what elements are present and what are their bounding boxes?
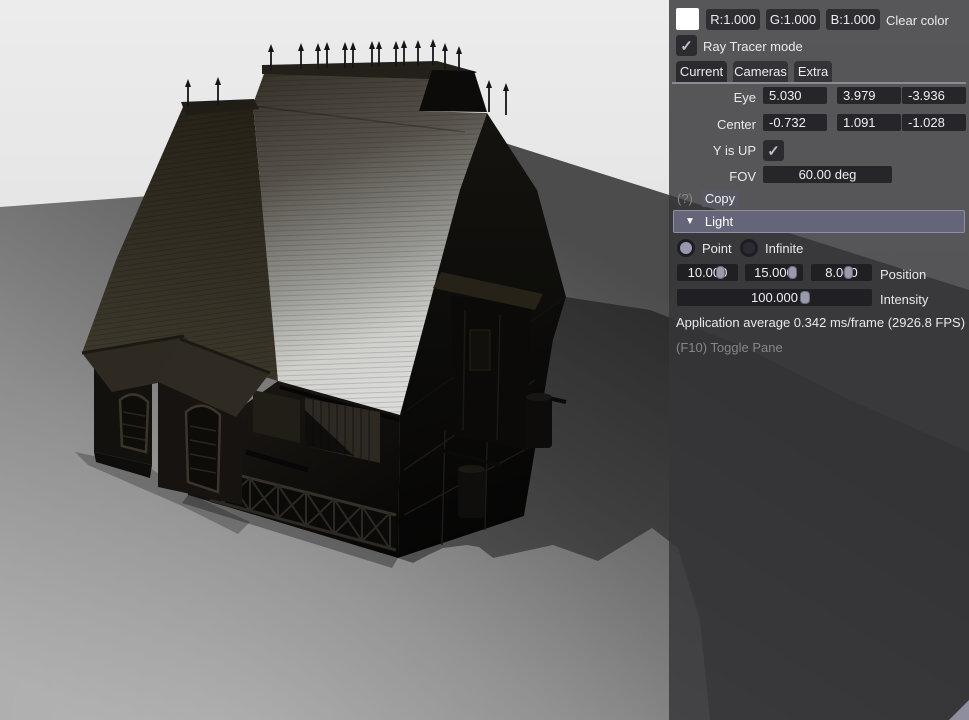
- fov-label: FOV: [729, 169, 756, 184]
- center-label: Center: [716, 117, 756, 132]
- light-pos-x-value: 10.000: [687, 265, 728, 280]
- eye-y-field[interactable]: 3.979: [837, 87, 901, 104]
- position-label: Position: [880, 267, 927, 282]
- collapse-triangle-icon: ▼: [685, 216, 695, 227]
- tab-cameras[interactable]: Cameras: [733, 61, 788, 82]
- infinite-light-radio[interactable]: [740, 239, 758, 257]
- tab-underline: [672, 82, 966, 84]
- point-light-radio[interactable]: [677, 239, 695, 257]
- performance-stats: Application average 0.342 ms/frame (2926…: [676, 315, 966, 330]
- light-header-label: Light: [704, 214, 734, 229]
- green-value-button[interactable]: G:1.000: [766, 9, 820, 30]
- intensity-label: Intensity: [880, 292, 929, 307]
- copy-button[interactable]: Copy: [701, 189, 739, 207]
- help-marker: (?): [677, 191, 693, 206]
- eye-x-field[interactable]: 5.030: [763, 87, 827, 104]
- light-intensity-value: 100.000: [751, 290, 798, 305]
- slider-handle[interactable]: [844, 266, 853, 279]
- ray-tracer-checkbox[interactable]: ✓: [676, 35, 697, 56]
- center-z-field[interactable]: -1.028: [902, 114, 966, 131]
- y-up-checkbox[interactable]: ✓: [763, 140, 784, 161]
- light-pos-z-slider[interactable]: 8.000: [811, 264, 872, 281]
- light-pos-y-slider[interactable]: 15.000: [745, 264, 803, 281]
- slider-handle[interactable]: [716, 266, 725, 279]
- blue-value-button[interactable]: B:1.000: [826, 9, 880, 30]
- slider-handle[interactable]: [800, 291, 810, 304]
- application-window: R:1.000 G:1.000 B:1.000 Clear color ✓ Ra…: [0, 0, 969, 720]
- settings-pane: R:1.000 G:1.000 B:1.000 Clear color ✓ Ra…: [669, 0, 969, 720]
- point-light-label: Point: [702, 241, 732, 256]
- infinite-light-label: Infinite: [765, 241, 804, 256]
- toggle-pane-hint: (F10) Toggle Pane: [676, 340, 783, 355]
- ray-tracer-label: Ray Tracer mode: [703, 39, 803, 54]
- checkbox-check-icon: ✓: [767, 142, 780, 160]
- clear-color-swatch[interactable]: [676, 8, 699, 30]
- tab-extra[interactable]: Extra: [794, 61, 832, 82]
- light-pos-x-slider[interactable]: 10.000: [677, 264, 738, 281]
- light-pos-z-value: 8.000: [825, 265, 858, 280]
- eye-z-field[interactable]: -3.936: [902, 87, 966, 104]
- checkbox-check-icon: ✓: [680, 37, 693, 55]
- red-value-button[interactable]: R:1.000: [706, 9, 760, 30]
- slider-handle[interactable]: [788, 266, 797, 279]
- center-y-field[interactable]: 1.091: [837, 114, 901, 131]
- light-section-header[interactable]: ▼ Light: [673, 210, 965, 233]
- y-up-label: Y is UP: [712, 143, 756, 158]
- clear-color-label: Clear color: [886, 13, 949, 28]
- center-x-field[interactable]: -0.732: [763, 114, 827, 131]
- eye-label: Eye: [733, 90, 756, 105]
- light-intensity-slider[interactable]: 100.000: [677, 289, 872, 306]
- tab-current[interactable]: Current: [676, 61, 727, 82]
- fov-field[interactable]: 60.00 deg: [763, 166, 892, 183]
- resize-grip[interactable]: [949, 700, 969, 720]
